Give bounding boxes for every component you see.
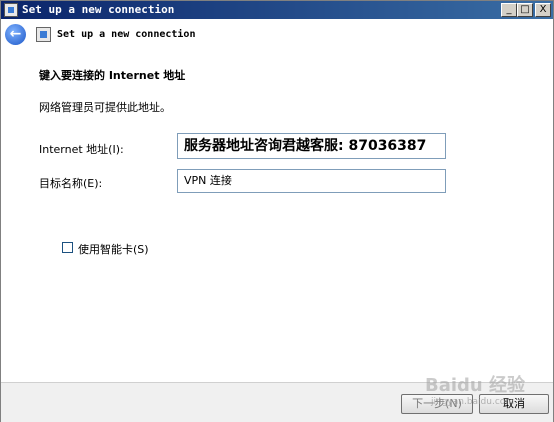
smartcard-checkbox[interactable]: [62, 242, 73, 253]
nav-bar: ← Set up a new connection: [1, 19, 553, 50]
page-title: Set up a new connection: [57, 29, 196, 40]
window-title: Set up a new connection: [22, 3, 175, 16]
internet-address-input[interactable]: 服务器地址咨询君越客服: 87036387: [177, 133, 446, 159]
watermark-logo: Baidu 经验: [425, 375, 526, 396]
destination-name-label: 目标名称(E):: [39, 177, 103, 190]
section-heading: 键入要连接的 Internet 地址: [39, 69, 186, 82]
minimize-button[interactable]: _: [501, 3, 517, 17]
close-button[interactable]: X: [535, 3, 551, 17]
smartcard-label[interactable]: 使用智能卡(S): [78, 241, 149, 257]
internet-address-label: Internet 地址(I):: [39, 143, 124, 156]
maximize-button[interactable]: □: [517, 3, 533, 17]
instruction-text: 网络管理员可提供此地址。: [39, 101, 171, 114]
title-bar[interactable]: Set up a new connection _ □ X: [1, 1, 553, 19]
watermark-url: jingyan.baidu.com: [431, 397, 515, 407]
network-icon: [36, 27, 51, 42]
back-arrow-icon[interactable]: ←: [5, 24, 26, 45]
destination-name-input[interactable]: VPN 连接: [177, 169, 446, 193]
network-icon: [4, 3, 18, 17]
dialog-window: Set up a new connection _ □ X ← Set up a…: [0, 0, 554, 422]
